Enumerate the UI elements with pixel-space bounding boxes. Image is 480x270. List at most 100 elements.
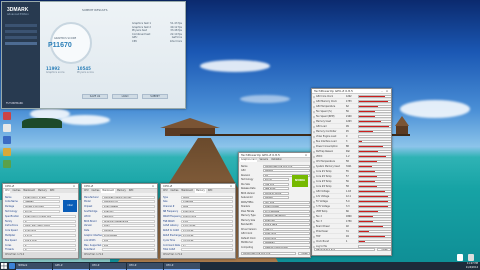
sensor-dropdown-icon[interactable] — [313, 225, 315, 228]
close-icon[interactable]: × — [151, 184, 155, 188]
taskbar-item[interactable]: GPU-Z — [53, 262, 89, 270]
taskbar: 3DMark GPU-Z CPU-Z CPU-Z CPU-Z 11:07 PM … — [0, 262, 480, 270]
sensor-dropdown-icon[interactable] — [313, 95, 315, 98]
sensor-value: 1800 — [346, 215, 352, 218]
tab-caches[interactable]: Caches — [169, 189, 179, 193]
sensor-dropdown-icon[interactable] — [313, 150, 315, 153]
sensor-dropdown-icon[interactable] — [313, 120, 315, 123]
sidebar-nav-item[interactable] — [5, 30, 37, 33]
sensor-dropdown-icon[interactable] — [313, 160, 315, 163]
sensor-dropdown-icon[interactable] — [313, 210, 315, 213]
sensor-dropdown-icon[interactable] — [313, 135, 315, 138]
sensor-dropdown-icon[interactable] — [313, 240, 315, 243]
device-select[interactable]: GeForce GTX 970 — [314, 247, 375, 251]
sensor-dropdown-icon[interactable] — [313, 165, 315, 168]
info-label: Code Name — [5, 200, 18, 204]
sensor-graph — [358, 175, 391, 178]
gpu-info-label: Die Size — [241, 182, 250, 186]
tab-caches[interactable]: Caches — [11, 189, 21, 193]
desktop-app-icon[interactable] — [3, 136, 11, 144]
sensor-dropdown-icon[interactable] — [313, 205, 315, 208]
sensor-dropdown-icon[interactable] — [313, 195, 315, 198]
close-icon[interactable]: × — [72, 184, 76, 188]
tab-memory[interactable]: Memory — [194, 189, 206, 193]
system-clock[interactable]: 11:07 PM 11/4/2014 — [466, 262, 478, 270]
sensor-dropdown-icon[interactable] — [313, 180, 315, 183]
sensor-dropdown-icon[interactable] — [313, 215, 315, 218]
sensor-label: Core #1 Temp — [316, 170, 332, 173]
recycle-bin-icon[interactable] — [457, 254, 463, 261]
load-button[interactable]: LOAD — [112, 94, 138, 99]
sidebar-nav-item[interactable] — [5, 36, 37, 39]
sensor-graph-fill — [359, 221, 374, 222]
tab-spd[interactable]: SPD — [49, 189, 55, 193]
sensor-dropdown-icon[interactable] — [313, 125, 315, 128]
desktop-app-icon[interactable] — [3, 160, 11, 168]
tab-mainboard[interactable]: Mainboard — [180, 189, 194, 193]
start-button[interactable] — [0, 262, 8, 270]
app-icon[interactable] — [468, 254, 474, 261]
tab-validation[interactable]: Validation — [270, 158, 283, 162]
sensor-dropdown-icon[interactable] — [313, 190, 315, 193]
close-button[interactable]: Close — [298, 251, 310, 255]
taskbar-item[interactable]: 3DMark — [16, 262, 52, 270]
sensor-dropdown-icon[interactable] — [313, 115, 315, 118]
tab-spd[interactable]: SPD — [207, 189, 213, 193]
sensor-dropdown-icon[interactable] — [313, 175, 315, 178]
sensor-dropdown-icon[interactable] — [313, 155, 315, 158]
submit-button[interactable]: SUBMIT — [142, 94, 168, 99]
tab-memory[interactable]: Memory — [116, 189, 127, 193]
sensor-dropdown-icon[interactable] — [313, 110, 315, 113]
taskbar-item[interactable]: CPU-Z — [90, 262, 126, 270]
sensor-dropdown-icon[interactable] — [313, 130, 315, 133]
sensor-dropdown-icon[interactable] — [313, 145, 315, 148]
desktop-app-icon[interactable] — [3, 124, 11, 132]
sensor-dropdown-icon[interactable] — [313, 105, 315, 108]
taskbar-item[interactable]: CPU-Z — [164, 262, 200, 270]
tab-sensors[interactable]: Sensors — [258, 158, 269, 162]
device-select[interactable]: NVIDIA GeForce GTX 970 — [241, 251, 296, 255]
tab-graphics-card[interactable]: Graphics Card — [240, 158, 258, 162]
gpu-info-label: Bandwidth — [241, 223, 253, 226]
sensor-dropdown-icon[interactable] — [313, 170, 315, 173]
sensor-dropdown-icon[interactable] — [313, 140, 315, 143]
minimize-icon[interactable]: – — [380, 89, 384, 93]
tab-caches[interactable]: Caches — [90, 189, 100, 193]
desktop-app-icon[interactable] — [3, 148, 11, 156]
tab-cpu[interactable]: CPU — [162, 189, 168, 193]
sensor-dropdown-icon[interactable] — [313, 185, 315, 188]
titlebar[interactable]: TechPowerUp GPU-Z 0.8.5 – × — [312, 89, 391, 94]
close-icon[interactable]: × — [304, 153, 308, 157]
physics-score-label: Physics score — [77, 71, 94, 74]
sensor-dropdown-icon[interactable] — [313, 235, 315, 238]
info-label: Size — [163, 200, 168, 204]
sensor-graph — [358, 170, 391, 173]
close-icon[interactable]: × — [385, 89, 389, 93]
close-button[interactable]: Close — [377, 247, 391, 251]
sensor-dropdown-icon[interactable] — [313, 220, 315, 223]
explorer-icon[interactable] — [9, 263, 15, 269]
tab-cpu[interactable]: CPU — [4, 189, 11, 193]
sensor-row: GPU Core Clock 1202 — [313, 95, 391, 99]
tab-memory[interactable]: Memory — [37, 189, 48, 193]
tab-mainboard[interactable]: Mainboard — [101, 189, 115, 193]
info-row: Command Rate 1T — [163, 243, 233, 247]
desktop-app-icon[interactable] — [3, 112, 11, 120]
tab-cpu[interactable]: CPU — [83, 189, 89, 193]
sidebar-nav-item[interactable] — [5, 42, 37, 45]
tab-mainboard[interactable]: Mainboard — [22, 189, 36, 193]
sensor-dropdown-icon[interactable] — [313, 200, 315, 203]
tab-spd[interactable]: SPD — [128, 189, 134, 193]
save-as-button[interactable]: SAVE AS — [82, 94, 108, 99]
sensor-dropdown-icon[interactable] — [313, 100, 315, 103]
sensor-graph — [358, 145, 391, 148]
taskbar-item[interactable]: CPU-Z — [127, 262, 163, 270]
info-label: Instructions — [5, 224, 18, 228]
sidebar-nav-item[interactable] — [5, 24, 37, 27]
sensor-graph-fill — [359, 111, 375, 112]
sensor-dropdown-icon[interactable] — [313, 230, 315, 233]
window-title: CPU-Z — [163, 184, 173, 188]
close-icon[interactable]: × — [229, 184, 233, 188]
sensor-label: VRM Temp — [316, 210, 328, 213]
info-label: Total CAS# — [163, 248, 176, 252]
